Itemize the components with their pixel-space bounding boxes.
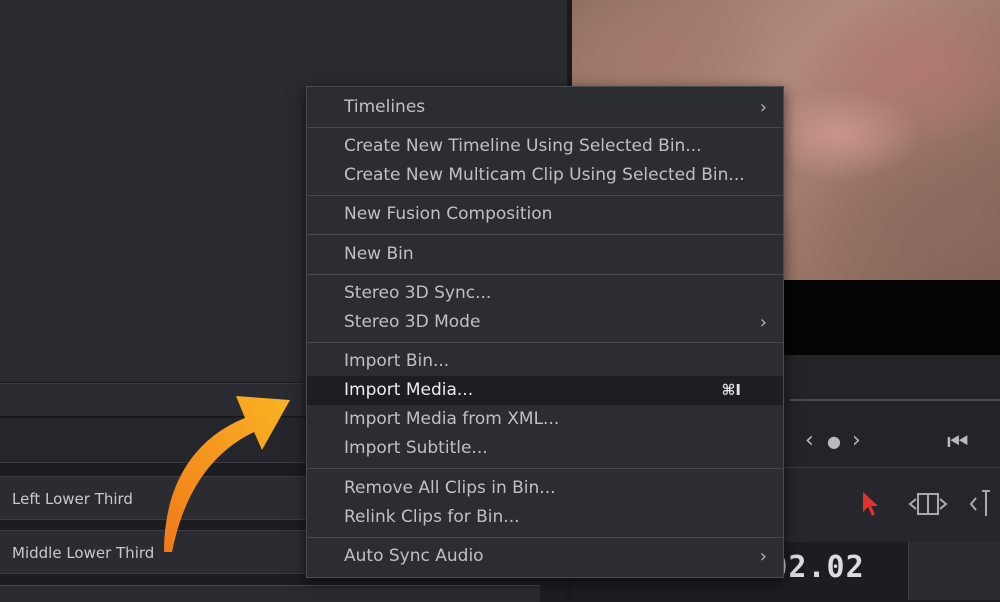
annotation-arrow-icon	[164, 396, 290, 552]
menu-item-new-fusion-composition[interactable]: New Fusion Composition	[307, 200, 783, 229]
menu-item-label: Stereo 3D Sync...	[344, 283, 492, 303]
menu-item-label: Relink Clips for Bin...	[344, 507, 520, 527]
context-menu: Timelines › Create New Timeline Using Se…	[306, 86, 784, 578]
effect-label: Left Lower Third	[12, 490, 133, 508]
menu-item-relink-clips[interactable]: Relink Clips for Bin...	[307, 503, 783, 532]
dynamic-trim-icon[interactable]	[968, 488, 1000, 518]
scrubber-track[interactable]	[790, 399, 1000, 401]
menu-item-label: Import Media from XML...	[344, 409, 560, 429]
menu-item-label: New Fusion Composition	[344, 204, 553, 224]
menu-item-new-bin[interactable]: New Bin	[307, 240, 783, 269]
menu-separator	[307, 234, 783, 235]
jog-dot-icon[interactable]: ●	[827, 432, 841, 451]
menu-separator	[307, 274, 783, 275]
effect-label: Middle Lower Third	[12, 544, 155, 562]
submenu-chevron-icon: ›	[759, 97, 767, 118]
menu-item-auto-sync-audio[interactable]: Auto Sync Audio ›	[307, 542, 783, 571]
menu-item-label: Create New Multicam Clip Using Selected …	[344, 165, 745, 185]
menu-item-stereo-3d-mode[interactable]: Stereo 3D Mode ›	[307, 308, 783, 337]
menu-item-stereo-3d-sync[interactable]: Stereo 3D Sync...	[307, 279, 783, 308]
jog-prev-icon[interactable]: ‹	[805, 428, 814, 453]
effects-bottom-strip	[0, 585, 540, 602]
menu-item-label: Remove All Clips in Bin...	[344, 478, 556, 498]
submenu-chevron-icon: ›	[759, 546, 767, 567]
menu-item-import-bin[interactable]: Import Bin...	[307, 347, 783, 376]
trim-tool-icon[interactable]	[906, 490, 950, 518]
menu-separator	[307, 342, 783, 343]
menu-item-import-media[interactable]: Import Media... ⌘I	[307, 376, 783, 405]
timeline-ruler[interactable]	[908, 542, 1000, 600]
menu-item-label: Auto Sync Audio	[344, 546, 484, 566]
menu-item-label: Import Media...	[344, 380, 474, 400]
menu-item-label: Stereo 3D Mode	[344, 312, 481, 332]
menu-item-remove-all-clips[interactable]: Remove All Clips in Bin...	[307, 474, 783, 503]
menu-item-label: New Bin	[344, 244, 414, 264]
menu-separator	[307, 127, 783, 128]
menu-item-create-multicam-clip[interactable]: Create New Multicam Clip Using Selected …	[307, 161, 783, 190]
skip-back-icon[interactable]: ⏮	[947, 428, 969, 456]
menu-item-create-new-timeline[interactable]: Create New Timeline Using Selected Bin..…	[307, 132, 783, 161]
shortcut-label: ⌘I	[721, 381, 742, 399]
submenu-chevron-icon: ›	[759, 312, 767, 333]
menu-item-import-media-from-xml[interactable]: Import Media from XML...	[307, 405, 783, 434]
menu-separator	[307, 537, 783, 538]
menu-item-label: Timelines	[344, 97, 426, 117]
menu-item-import-subtitle[interactable]: Import Subtitle...	[307, 434, 783, 463]
jog-next-icon[interactable]: ›	[852, 428, 861, 453]
selection-pointer-icon[interactable]	[860, 490, 882, 518]
menu-separator	[307, 468, 783, 469]
menu-separator	[307, 195, 783, 196]
menu-item-label: Import Subtitle...	[344, 438, 488, 458]
menu-item-timelines[interactable]: Timelines ›	[307, 93, 783, 122]
menu-item-label: Create New Timeline Using Selected Bin..…	[344, 136, 702, 156]
menu-item-label: Import Bin...	[344, 351, 450, 371]
